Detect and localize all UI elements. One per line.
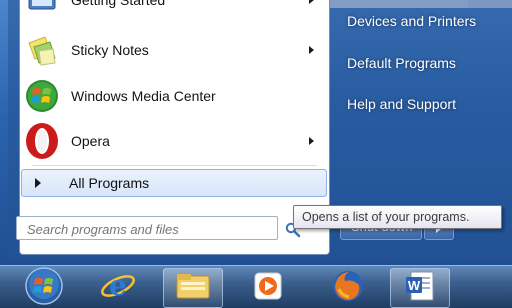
taskbar-internet-explorer[interactable]: e bbox=[88, 268, 148, 308]
submenu-arrow-icon bbox=[309, 0, 314, 4]
windows-explorer-icon bbox=[175, 270, 211, 306]
submenu-arrow-icon bbox=[309, 46, 314, 54]
all-programs-label: All Programs bbox=[69, 175, 150, 191]
internet-explorer-icon: e bbox=[99, 267, 137, 308]
submenu-arrow-icon bbox=[309, 137, 314, 145]
windows-media-center-icon bbox=[24, 78, 60, 114]
program-item-opera[interactable]: Opera bbox=[20, 119, 329, 163]
program-label: Windows Media Center bbox=[71, 88, 216, 104]
getting-started-icon bbox=[24, 0, 60, 18]
taskbar: e W bbox=[0, 265, 512, 308]
microsoft-word-icon: W bbox=[403, 269, 437, 307]
taskbar-microsoft-word[interactable]: W bbox=[390, 268, 450, 308]
program-label: Opera bbox=[71, 133, 110, 149]
search-input[interactable] bbox=[16, 216, 278, 240]
all-programs-button[interactable]: All Programs bbox=[21, 169, 327, 197]
windows-media-player-icon bbox=[253, 271, 283, 305]
taskbar-windows-explorer[interactable] bbox=[163, 268, 223, 308]
default-programs-link[interactable]: Default Programs bbox=[347, 55, 456, 71]
opera-icon bbox=[24, 123, 60, 159]
menu-separator bbox=[32, 165, 317, 166]
all-programs-arrow-icon bbox=[35, 178, 41, 188]
start-button[interactable] bbox=[14, 266, 74, 308]
tooltip: Opens a list of your programs. bbox=[293, 205, 502, 229]
sticky-notes-icon bbox=[24, 32, 60, 68]
help-and-support-link[interactable]: Help and Support bbox=[347, 96, 456, 112]
program-label: Getting Started bbox=[71, 0, 166, 8]
svg-text:W: W bbox=[408, 278, 421, 293]
windows-start-icon bbox=[24, 266, 64, 308]
program-item-getting-started[interactable]: Getting Started bbox=[20, 0, 329, 22]
svg-text:e: e bbox=[109, 269, 127, 302]
program-item-windows-media-center[interactable]: Windows Media Center bbox=[20, 74, 329, 118]
program-label: Sticky Notes bbox=[71, 42, 149, 58]
taskbar-windows-media-player[interactable] bbox=[238, 268, 298, 308]
taskbar-firefox[interactable] bbox=[318, 268, 378, 308]
program-item-sticky-notes[interactable]: Sticky Notes bbox=[20, 28, 329, 72]
devices-and-printers-link[interactable]: Devices and Printers bbox=[347, 13, 476, 29]
firefox-icon bbox=[329, 267, 367, 308]
